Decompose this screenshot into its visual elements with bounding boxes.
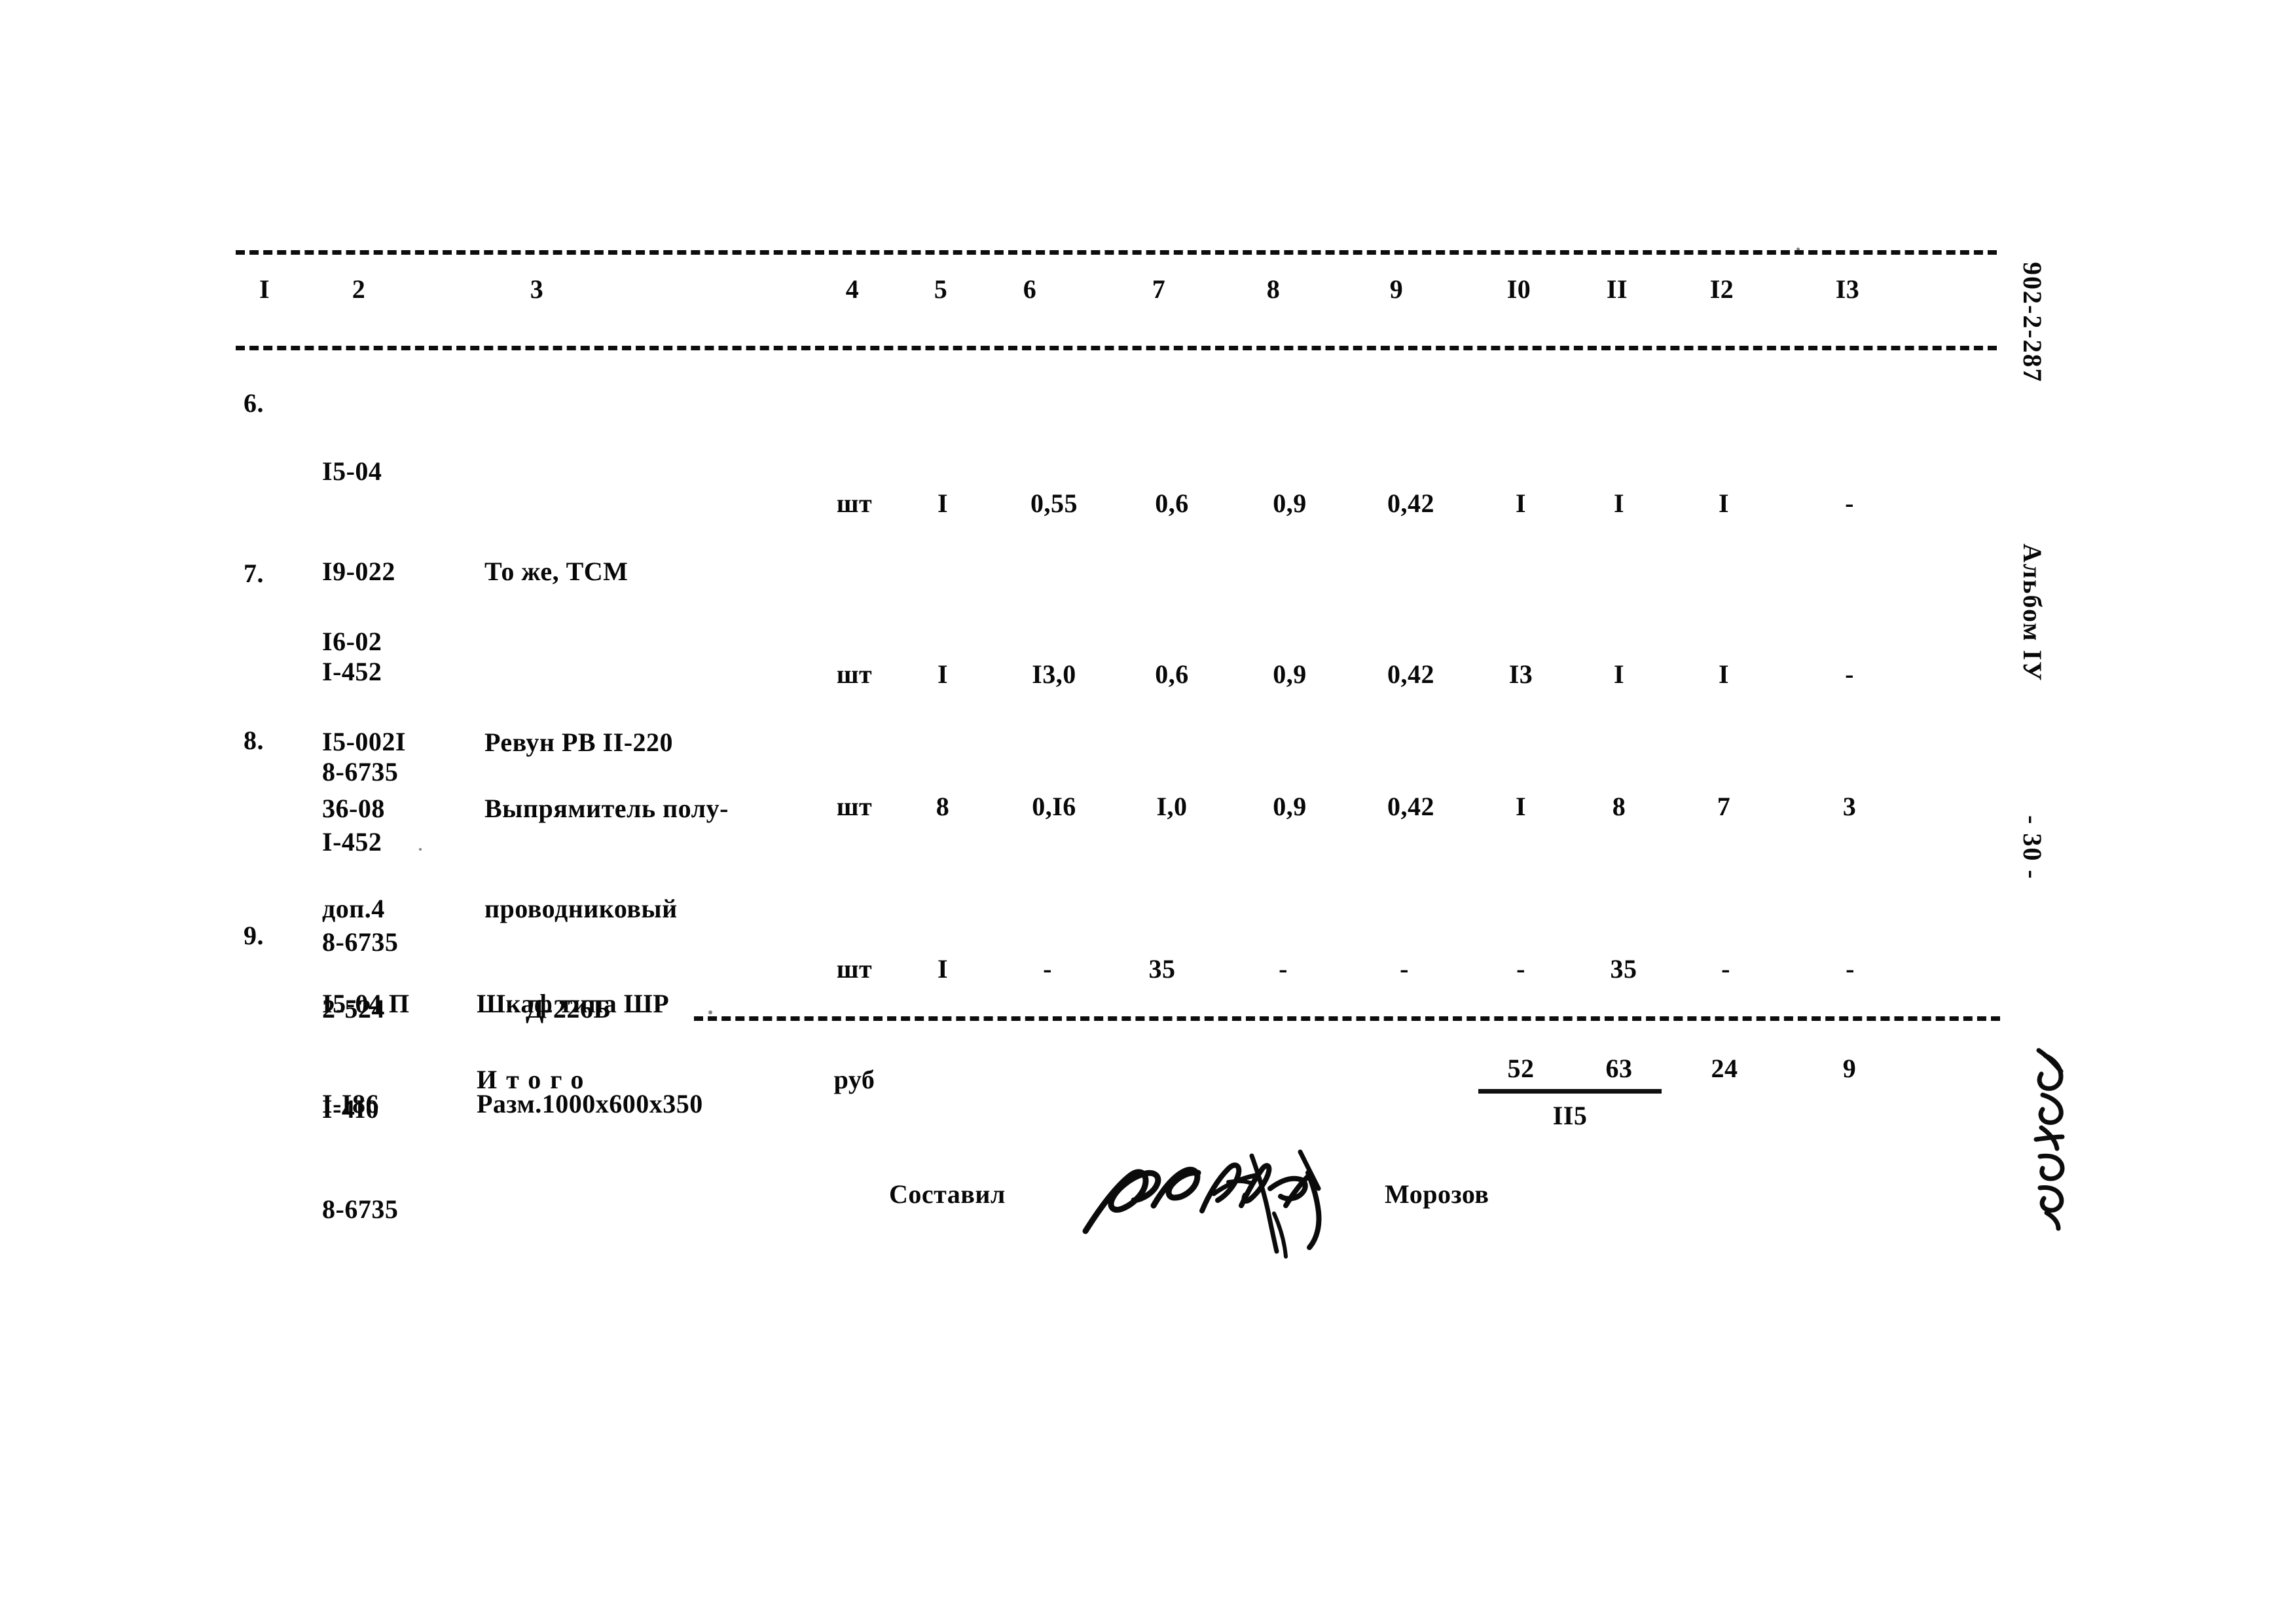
archive-mark-vertical: [2033, 1048, 2065, 1231]
totals-col13: 9: [1842, 1054, 1857, 1083]
row-col8: 0,9: [1273, 659, 1307, 689]
column-header-10: I0: [1506, 274, 1531, 304]
column-header-5: 5: [934, 274, 948, 304]
code-line: I5-04 П: [322, 989, 410, 1018]
scan-speck: [1796, 248, 1800, 251]
totals-col10: 52: [1507, 1054, 1535, 1083]
row-description: Шкаф типа ШР Разм.1000х600х350: [477, 920, 703, 1187]
column-header-9: 9: [1389, 274, 1404, 304]
table-bottom-border: [694, 1016, 2000, 1021]
row-col5: I: [937, 489, 949, 518]
handwritten-signature: [1082, 1149, 1322, 1259]
row-col13: -: [1846, 954, 1855, 984]
row-col8: 0,9: [1273, 489, 1307, 518]
row-col9: 0,42: [1387, 489, 1434, 518]
row-number: 9.: [244, 921, 264, 950]
totals-sum: II5: [1552, 1101, 1588, 1130]
row-col12: 7: [1717, 792, 1731, 821]
code-line: I6-02: [322, 627, 382, 656]
row-description: То же, ТСМ: [484, 488, 628, 655]
row-col12: -: [1721, 954, 1730, 984]
totals-label: Итого: [477, 1065, 593, 1094]
table-top-border: [236, 250, 1997, 255]
compiled-by-label: Составил: [889, 1179, 1006, 1209]
row-col13: 3: [1842, 792, 1857, 821]
row-col6: -: [1043, 954, 1052, 984]
code-line: I5-04: [322, 456, 382, 486]
row-number: 6.: [244, 388, 264, 418]
row-unit: шт: [836, 659, 873, 689]
row-col9: 0,42: [1387, 792, 1434, 821]
row-col10: I: [1515, 489, 1527, 518]
page-number-vertical: - 30 -: [2018, 815, 2047, 880]
totals-unit: руб: [833, 1065, 875, 1094]
sheet-code-vertical: 902-2-287: [2018, 262, 2047, 383]
column-header-1: I: [259, 274, 270, 304]
scan-speck: [708, 1010, 712, 1014]
row-col6: I3,0: [1032, 659, 1076, 689]
column-header-4: 4: [845, 274, 860, 304]
description-line: То же, ТСМ: [484, 557, 629, 586]
description-line: Выпрямитель полу-: [484, 794, 729, 823]
totals-underline: [1478, 1089, 1662, 1094]
row-col8: -: [1279, 954, 1288, 984]
row-col9: 0,42: [1387, 659, 1434, 689]
row-col12: I: [1718, 489, 1730, 518]
row-unit: шт: [836, 489, 873, 518]
row-col10: I: [1515, 792, 1527, 821]
album-label-vertical: Альбом IУ: [2018, 544, 2047, 682]
row-col9: -: [1400, 954, 1409, 984]
row-col11: 8: [1612, 792, 1626, 821]
code-line: 8-6735: [322, 1194, 399, 1224]
code-line: I-I86: [322, 1089, 379, 1118]
column-header-12: I2: [1709, 274, 1734, 304]
row-codes: I5-04 П I-I86: [322, 920, 410, 1187]
row-col6: 0,55: [1030, 489, 1078, 518]
column-header-2: 2: [352, 274, 366, 304]
row-col7: 35: [1148, 954, 1176, 984]
row-col12: I: [1718, 659, 1730, 689]
row-col13: -: [1845, 659, 1854, 689]
row-col11: I: [1613, 489, 1625, 518]
scan-speck: [419, 848, 422, 851]
row-col13: -: [1845, 489, 1854, 518]
column-header-7: 7: [1152, 274, 1166, 304]
row-col10: I3: [1508, 659, 1533, 689]
column-header-13: I3: [1835, 274, 1860, 304]
row-col11: I: [1613, 659, 1625, 689]
row-number: 8.: [244, 726, 264, 755]
row-col5: I: [937, 659, 949, 689]
table-header-border: [236, 346, 1997, 350]
column-header-11: II: [1606, 274, 1628, 304]
row-col7: 0,6: [1155, 659, 1189, 689]
row-col8: 0,9: [1273, 792, 1307, 821]
row-col6: 0,I6: [1032, 792, 1076, 821]
totals-col11: 63: [1605, 1054, 1633, 1083]
compiled-by-name: Морозов: [1385, 1179, 1489, 1209]
code-line: 36-08: [322, 794, 385, 823]
row-col11: 35: [1610, 954, 1637, 984]
column-header-6: 6: [1023, 274, 1037, 304]
row-number: 7.: [244, 559, 264, 588]
row-col5: 8: [936, 792, 950, 821]
row-col7: 0,6: [1155, 489, 1189, 518]
row-unit: шт: [836, 792, 873, 821]
column-header-8: 8: [1266, 274, 1281, 304]
row-col10: -: [1516, 954, 1525, 984]
row-col7: I,0: [1156, 792, 1188, 821]
description-line: Шкаф типа ШР: [477, 989, 670, 1018]
row-unit: шт: [836, 954, 873, 984]
row-col5: I: [937, 954, 949, 984]
column-header-3: 3: [530, 274, 544, 304]
document-page: I 2 3 4 5 6 7 8 9 I0 II I2 I3 6. I5-04 I…: [0, 0, 2296, 1624]
totals-col12: 24: [1711, 1054, 1738, 1083]
